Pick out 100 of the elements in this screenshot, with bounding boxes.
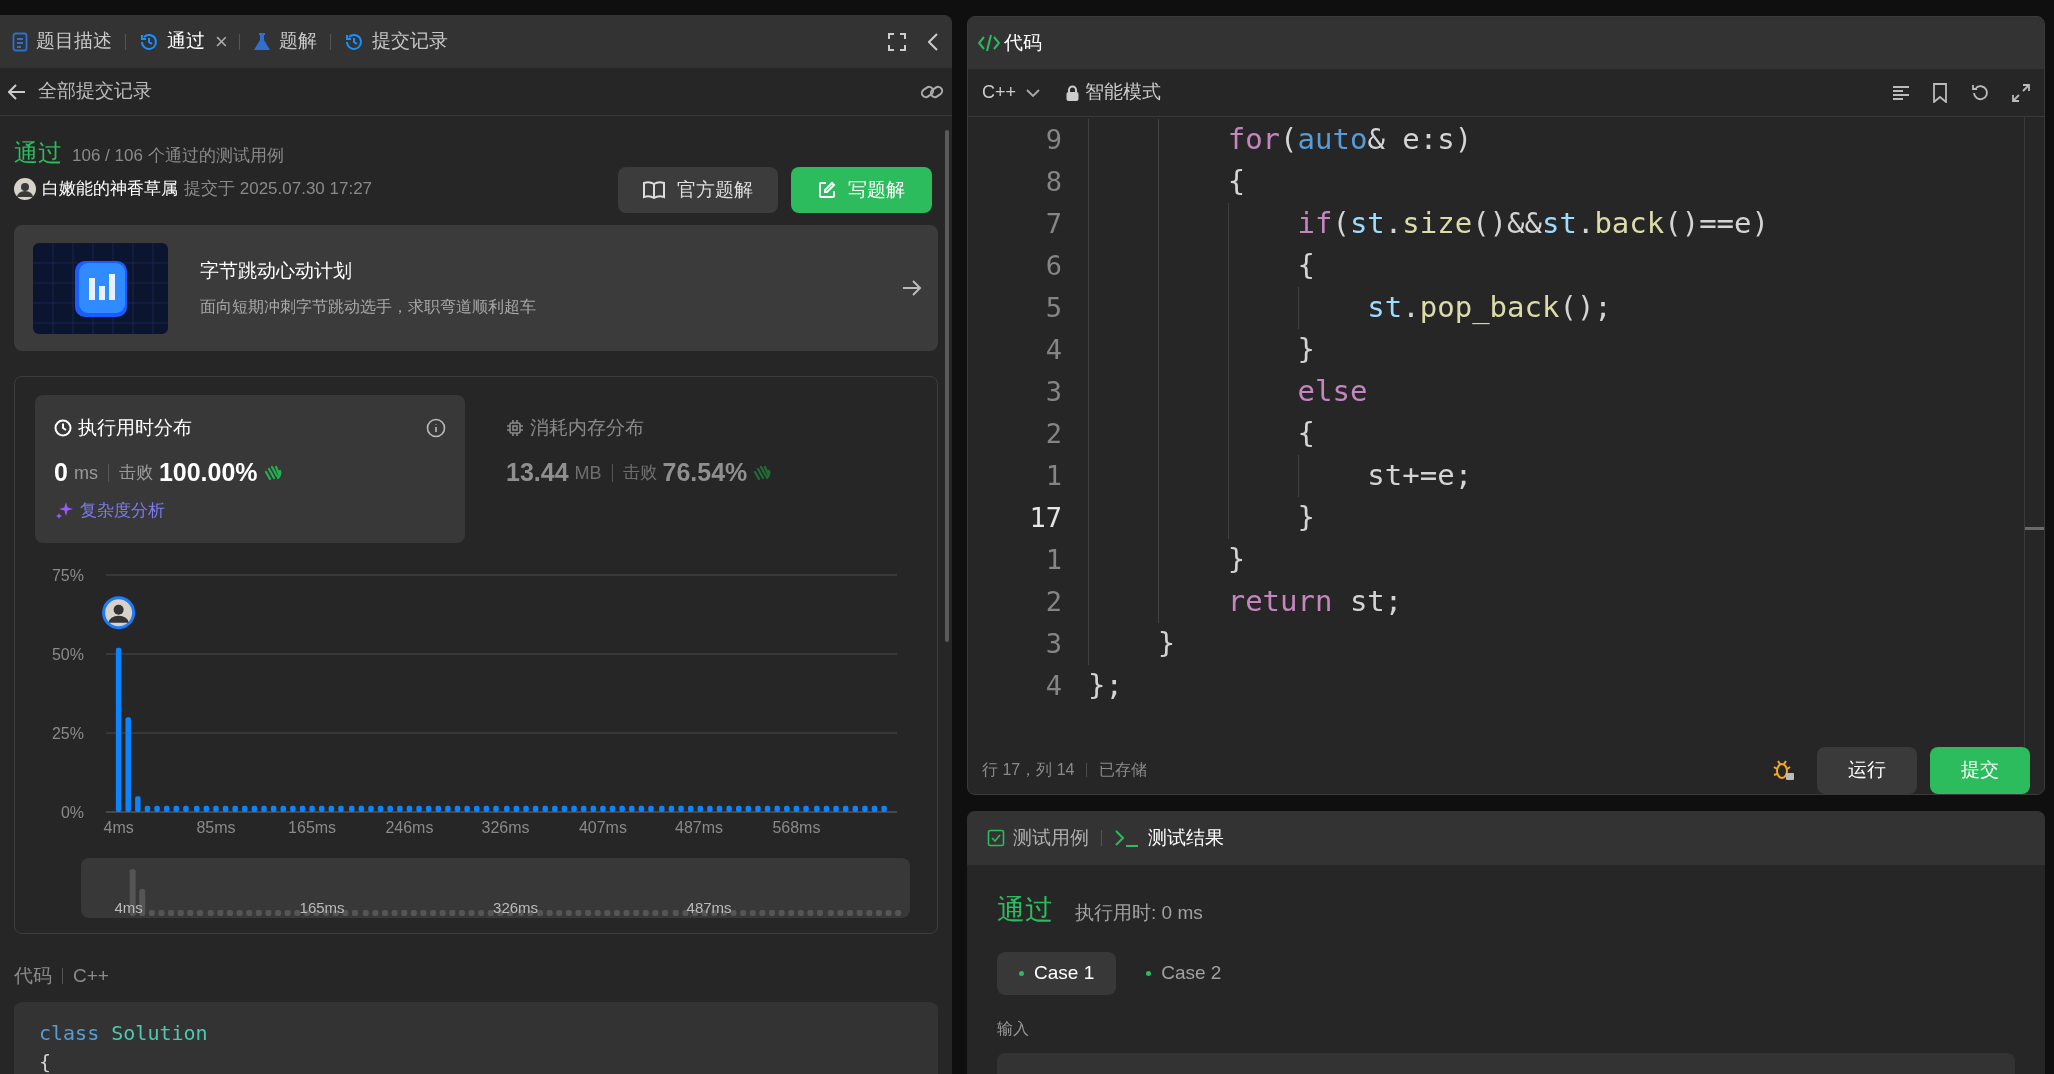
- bar[interactable]: [377, 805, 384, 812]
- bar[interactable]: [852, 805, 859, 812]
- bar[interactable]: [338, 805, 344, 812]
- bar[interactable]: [668, 805, 675, 812]
- tab[interactable]: 测试用例: [987, 823, 1089, 853]
- bar[interactable]: [435, 805, 442, 812]
- info-icon[interactable]: [426, 418, 446, 438]
- bar[interactable]: [349, 805, 355, 812]
- bar[interactable]: [619, 805, 625, 812]
- close-button[interactable]: ×: [215, 30, 228, 53]
- bar[interactable]: [871, 805, 878, 812]
- bar[interactable]: [416, 805, 422, 812]
- bar[interactable]: [464, 805, 470, 812]
- chevron-left-icon[interactable]: [928, 32, 938, 51]
- bar[interactable]: [183, 805, 189, 812]
- tab[interactable]: 提交记录: [341, 21, 450, 62]
- bar[interactable]: [144, 805, 151, 812]
- case-tab[interactable]: Case 2: [1124, 952, 1244, 995]
- bar[interactable]: [232, 805, 238, 812]
- bar[interactable]: [862, 805, 868, 812]
- bar[interactable]: [638, 805, 645, 812]
- bar[interactable]: [483, 805, 490, 812]
- bar[interactable]: [736, 805, 742, 812]
- bar[interactable]: [542, 805, 548, 812]
- bar[interactable]: [580, 805, 587, 812]
- tab[interactable]: 题解: [250, 21, 319, 62]
- bar[interactable]: [590, 805, 597, 812]
- bar[interactable]: [309, 805, 315, 812]
- bar[interactable]: [406, 805, 413, 812]
- bar[interactable]: [328, 805, 335, 812]
- bar[interactable]: [687, 805, 694, 812]
- bar[interactable]: [445, 805, 451, 812]
- bar[interactable]: [726, 805, 732, 812]
- bar[interactable]: [793, 805, 800, 812]
- tab[interactable]: 测试结果: [1114, 823, 1224, 853]
- bar[interactable]: [659, 805, 665, 812]
- bar[interactable]: [213, 805, 219, 812]
- language-dropdown[interactable]: C++: [982, 79, 1041, 106]
- bar[interactable]: [784, 805, 790, 812]
- expand-icon[interactable]: [2012, 83, 2030, 102]
- bar[interactable]: [163, 805, 170, 812]
- bar[interactable]: [823, 805, 830, 812]
- bar[interactable]: [532, 805, 539, 812]
- user-name[interactable]: 白嫩能的神香草属: [42, 176, 178, 202]
- bar[interactable]: [678, 805, 684, 812]
- bar[interactable]: [358, 805, 365, 812]
- bar[interactable]: [318, 805, 325, 812]
- bar[interactable]: [242, 805, 248, 812]
- format-icon[interactable]: [1892, 84, 1910, 101]
- undo-icon[interactable]: [1970, 82, 1990, 103]
- stat-card[interactable]: 消耗内存分布 13.44 MB 击败 76.54%: [487, 395, 917, 543]
- bar[interactable]: [552, 805, 558, 812]
- tab[interactable]: 通过: [137, 21, 207, 62]
- bar[interactable]: [814, 805, 820, 812]
- tab[interactable]: 题目描述: [10, 21, 114, 62]
- bar[interactable]: [194, 805, 200, 812]
- bar[interactable]: [600, 805, 606, 812]
- bar[interactable]: [368, 805, 374, 812]
- back-arrow-icon[interactable]: [8, 83, 26, 100]
- bar[interactable]: [454, 805, 461, 812]
- bar[interactable]: [842, 805, 849, 812]
- bar[interactable]: [493, 805, 499, 812]
- bug-icon[interactable]: [1773, 759, 1795, 781]
- bar[interactable]: [745, 805, 752, 812]
- bar[interactable]: [474, 805, 480, 812]
- bar[interactable]: [629, 805, 635, 812]
- bar[interactable]: [280, 805, 286, 812]
- bar[interactable]: [387, 805, 393, 812]
- bar[interactable]: [203, 805, 210, 812]
- bar[interactable]: [523, 805, 529, 812]
- bar[interactable]: [774, 805, 780, 812]
- bar[interactable]: [881, 805, 887, 812]
- bar[interactable]: [609, 805, 616, 812]
- bar[interactable]: [697, 805, 703, 812]
- bookmark-icon[interactable]: [1932, 82, 1948, 103]
- bar[interactable]: [764, 805, 771, 812]
- bar[interactable]: [425, 805, 432, 812]
- bar[interactable]: [716, 805, 723, 812]
- bar[interactable]: [270, 805, 277, 812]
- bar[interactable]: [707, 805, 713, 812]
- promo-card[interactable]: 字节跳动心动计划 面向短期冲刺字节跳动选手，求职弯道顺利超车: [14, 225, 938, 351]
- bar[interactable]: [803, 805, 809, 812]
- bar[interactable]: [115, 647, 122, 812]
- stat-card[interactable]: 执行用时分布 0 ms 击败 100.00% 复杂度分析: [35, 395, 465, 543]
- bar[interactable]: [571, 805, 577, 812]
- bar[interactable]: [833, 805, 839, 812]
- fullscreen-icon[interactable]: [888, 32, 906, 51]
- solution-button[interactable]: 官方题解: [618, 167, 778, 213]
- bar[interactable]: [290, 805, 296, 812]
- mode-selector[interactable]: 智能模式: [1066, 78, 1162, 107]
- avatar[interactable]: [14, 178, 36, 200]
- run-button[interactable]: 运行: [1817, 746, 1917, 794]
- case-tab[interactable]: Case 1: [997, 952, 1117, 995]
- bar[interactable]: [222, 805, 229, 812]
- bar[interactable]: [755, 805, 761, 812]
- bar[interactable]: [299, 805, 306, 812]
- bar[interactable]: [251, 805, 258, 812]
- bar[interactable]: [261, 805, 267, 812]
- bar[interactable]: [154, 805, 160, 812]
- bar[interactable]: [513, 805, 520, 812]
